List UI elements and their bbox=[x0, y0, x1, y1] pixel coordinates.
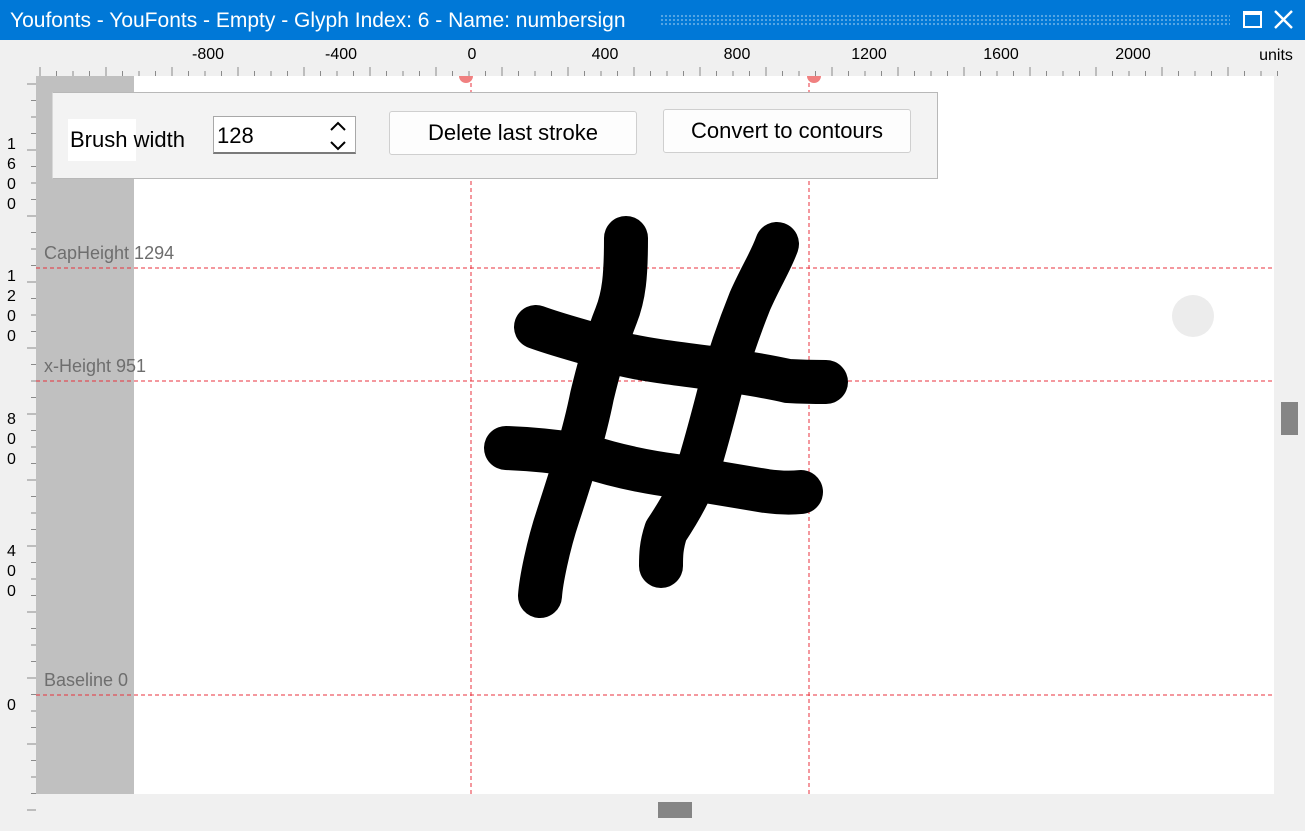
ruler-label: 0 bbox=[468, 46, 477, 63]
title-bar-grip bbox=[660, 14, 1230, 26]
ruler-label: 1600 bbox=[983, 46, 1019, 63]
brush-width-input[interactable]: 128 bbox=[213, 116, 356, 154]
horizontal-ruler[interactable]: -800 -400 0 400 800 1200 1600 2000 units bbox=[0, 40, 1305, 76]
ruler-label: 400 bbox=[592, 46, 619, 63]
maximize-icon bbox=[1243, 11, 1262, 28]
ruler-label: 1600 bbox=[7, 136, 16, 213]
ruler-label: -800 bbox=[192, 46, 224, 63]
glyph-drawing bbox=[484, 216, 848, 618]
glyph-stroke bbox=[518, 216, 648, 618]
ruler-label: 2000 bbox=[1115, 46, 1151, 63]
maximize-button[interactable] bbox=[1241, 8, 1265, 32]
glyph-stroke bbox=[639, 222, 799, 588]
ruler-label: 0 bbox=[7, 697, 16, 714]
ruler-label: 400 bbox=[7, 543, 16, 600]
vertical-ruler[interactable]: 1600 1200 800 400 0 bbox=[0, 76, 36, 826]
brush-toolbar: Brush width 128 Delete last stroke Conve… bbox=[52, 92, 938, 179]
horizontal-scroll-thumb[interactable] bbox=[658, 802, 692, 818]
horizontal-ruler-svg: -800 -400 0 400 800 1200 1600 2000 units bbox=[39, 46, 1293, 76]
close-icon bbox=[1274, 10, 1293, 29]
spinner-arrows-icon[interactable] bbox=[327, 120, 349, 152]
window-title: Youfonts - YouFonts - Empty - Glyph Inde… bbox=[10, 9, 626, 32]
ruler-label: 1200 bbox=[7, 268, 16, 345]
vertical-ruler-svg: 1600 1200 800 400 0 bbox=[7, 83, 36, 811]
ruler-label: 1200 bbox=[851, 46, 887, 63]
ruler-label: 800 bbox=[724, 46, 751, 63]
ruler-label: -400 bbox=[325, 46, 357, 63]
close-button[interactable] bbox=[1271, 8, 1297, 32]
vertical-scrollbar[interactable] bbox=[1274, 76, 1305, 794]
delete-last-stroke-button[interactable]: Delete last stroke bbox=[389, 111, 637, 155]
brush-width-label: Brush width bbox=[68, 119, 185, 161]
brush-width-value: 128 bbox=[217, 123, 254, 148]
ruler-label: 800 bbox=[7, 411, 16, 468]
title-bar: Youfonts - YouFonts - Empty - Glyph Inde… bbox=[0, 0, 1305, 40]
vertical-scroll-thumb[interactable] bbox=[1281, 402, 1298, 435]
convert-to-contours-button[interactable]: Convert to contours bbox=[663, 109, 911, 153]
glyph-canvas[interactable]: CapHeight 1294 x-Height 951 Baseline 0 B… bbox=[36, 76, 1274, 794]
units-label: units bbox=[1259, 47, 1293, 64]
